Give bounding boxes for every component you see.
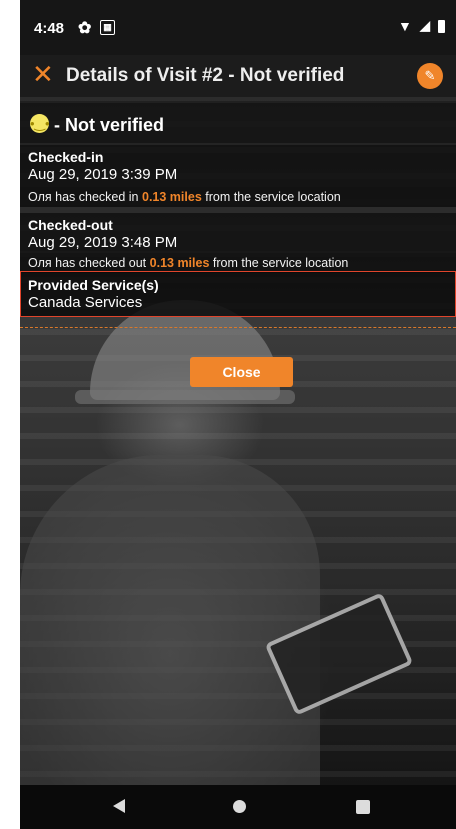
checked-out-heading: Checked-out (28, 217, 113, 233)
phone-screen: 4:48 ✿ ▦ ▼ ◢ ✕ Details of Visit #2 - Not… (20, 0, 456, 829)
status-time: 4:48 (34, 20, 65, 37)
checked-out-section: Checked-out Aug 29, 2019 3:48 PM (20, 213, 456, 253)
system-nav-bar (20, 785, 456, 829)
worker-shape (20, 455, 320, 785)
home-icon[interactable] (233, 800, 246, 813)
checked-in-note-prefix: Оля has checked in (28, 190, 139, 204)
verification-status-row: •‿• - Not verified (20, 103, 456, 143)
verification-status-label: - Not verified (54, 115, 165, 135)
add-note-icon[interactable]: ✎ (417, 63, 443, 89)
close-button[interactable]: Close (190, 357, 293, 387)
checked-in-note: Оля has checked in 0.13 miles from the s… (20, 187, 456, 207)
checked-in-heading: Checked-in (28, 149, 104, 165)
neutral-face-icon: •‿• (30, 114, 50, 133)
gear-icon: ✿ (78, 20, 92, 37)
checked-out-note: Оля has checked out 0.13 miles from the … (20, 253, 456, 273)
battery-icon (438, 20, 445, 33)
checked-out-datetime: Aug 29, 2019 3:48 PM (28, 234, 178, 251)
hard-hat-brim-shape (75, 390, 295, 404)
provided-services-value: Canada Services (28, 294, 143, 311)
recents-icon[interactable] (356, 800, 370, 814)
checked-out-note-suffix: from the service location (212, 256, 349, 270)
wifi-icon: ▼ (398, 18, 412, 34)
checked-out-note-prefix: Оля has checked out (28, 256, 147, 270)
page-title: Details of Visit #2 - Not verified (66, 65, 345, 86)
checked-in-distance: 0.13 miles (142, 190, 202, 204)
provided-services-section[interactable]: Provided Service(s) Canada Services (20, 271, 456, 317)
signal-icon: ◢ (420, 18, 430, 33)
app-bar: ✕ Details of Visit #2 - Not verified ✎ (20, 55, 456, 97)
sim-icon: ▦ (100, 20, 115, 35)
section-divider (20, 327, 456, 328)
checked-out-distance: 0.13 miles (149, 256, 210, 270)
back-icon[interactable] (113, 799, 125, 813)
status-bar: 4:48 ✿ ▦ ▼ ◢ (20, 0, 456, 55)
checked-in-datetime: Aug 29, 2019 3:39 PM (28, 166, 178, 183)
checked-in-section: Checked-in Aug 29, 2019 3:39 PM (20, 145, 456, 187)
checked-in-note-suffix: from the service location (205, 190, 341, 204)
close-icon[interactable]: ✕ (32, 61, 54, 87)
provided-services-heading: Provided Service(s) (28, 277, 159, 293)
